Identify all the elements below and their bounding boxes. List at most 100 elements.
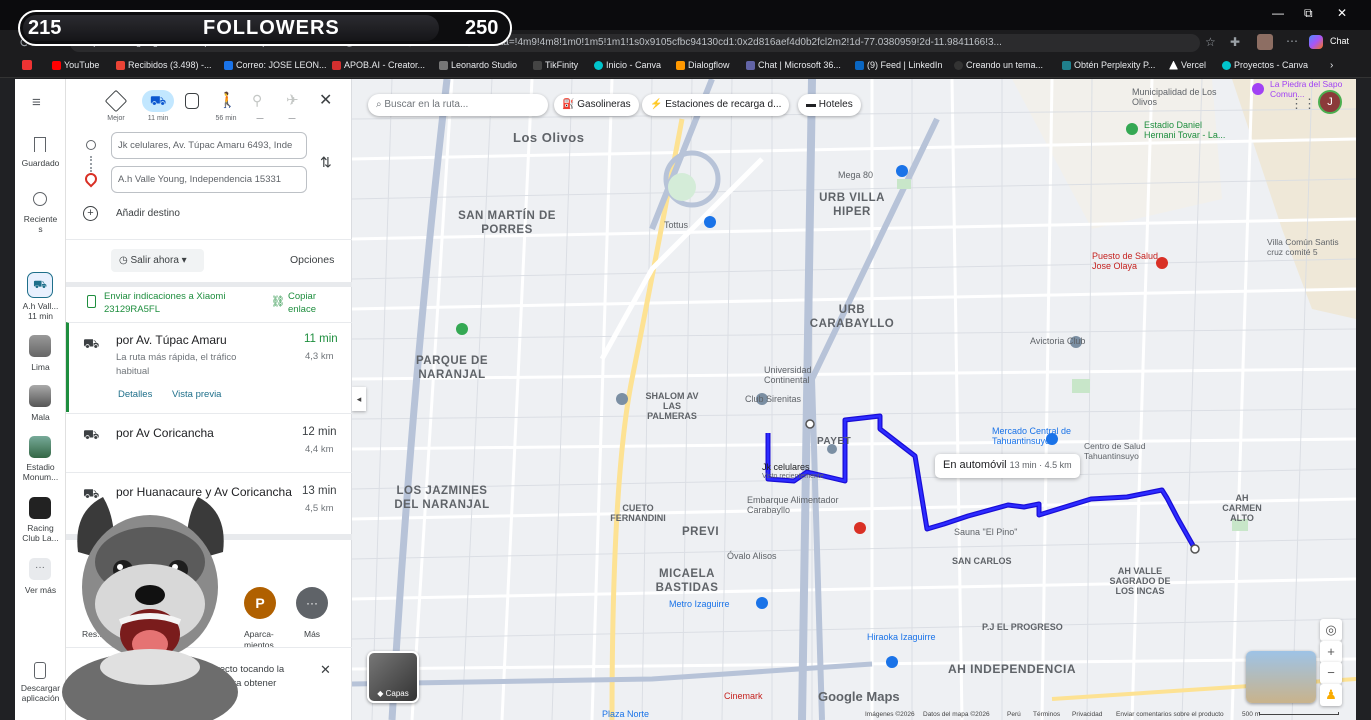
route-option-1[interactable]: ⛟ por Av. Túpac Amaru 11 min 4,3 km La r… <box>66 322 352 412</box>
bookmark-gmail[interactable]: Recibidos (3.498) -... <box>116 60 212 70</box>
recent-racing-thumbnail[interactable] <box>29 497 51 519</box>
my-location-icon[interactable]: ◎ <box>1320 619 1342 641</box>
preview-link[interactable]: Vista previa <box>172 389 221 400</box>
destination-pin-icon <box>82 170 100 188</box>
best-route-icon[interactable] <box>104 89 128 113</box>
more-icon[interactable]: ··· <box>29 558 51 580</box>
route-search-input[interactable]: ⌕ Buscar en la ruta... <box>368 94 548 116</box>
poi-label: Mercado Central de Tahuantinsuyo <box>992 426 1072 446</box>
chip-charging-stations[interactable]: ⚡ Estaciones de recarga d... <box>642 94 790 116</box>
extensions-icon[interactable]: ✚ <box>1230 35 1240 49</box>
flight-icon[interactable]: ✈ <box>286 91 299 109</box>
chat-button[interactable]: Chat <box>1330 36 1349 46</box>
rail-recents-label[interactable]: Reciente s <box>15 214 66 234</box>
footer-privacy[interactable]: Privacidad <box>1072 711 1102 718</box>
street-view-thumbnail[interactable] <box>1246 651 1316 703</box>
add-destination-link[interactable]: Añadir destino <box>116 208 180 219</box>
close-icon[interactable]: ✕ <box>319 90 332 110</box>
poi-label: Villa Común Santis cruz comité 5 <box>1267 237 1339 257</box>
bookmark-tikfinity[interactable]: TikFinity <box>533 60 578 70</box>
route-search-placeholder: Buscar en la ruta... <box>384 99 469 110</box>
origin-input[interactable]: Jk celulares, Av. Túpac Amaru 6493, Inde <box>111 132 307 159</box>
destination-input[interactable]: A.h Valle Young, Independencia 15331 <box>111 166 307 193</box>
footer-map-data: Datos del mapa ©2026 <box>923 711 990 718</box>
more-options-icon[interactable]: ··· <box>296 587 328 619</box>
bookmark-vercel[interactable]: Vercel <box>1169 60 1206 70</box>
send-to-phone-icon[interactable] <box>87 295 96 308</box>
footer-country[interactable]: Perú <box>1007 711 1021 718</box>
bookmark-youtube[interactable]: YouTube <box>52 60 99 70</box>
collapse-panel-button[interactable]: ◂ <box>352 387 366 411</box>
recent-lima-label[interactable]: Lima <box>15 362 66 372</box>
bookmarks-bar: YouTube Recibidos (3.498) -... Correo: J… <box>0 56 1371 78</box>
recent-mala-label[interactable]: Mala <box>15 412 66 422</box>
bookmark-correo[interactable]: Correo: JOSE LEON... <box>224 60 327 70</box>
bookmark-leonardo[interactable]: Leonardo Studio <box>439 60 517 70</box>
bookmark-icon[interactable] <box>34 137 46 152</box>
route-callout[interactable]: En automóvil 13 min · 4.5 km <box>935 454 1080 478</box>
poi-label: Sauna "El Pino" <box>954 527 1018 537</box>
zoom-out-icon[interactable]: − <box>1320 662 1342 684</box>
map-canvas[interactable]: ⌕ Buscar en la ruta... ⛽ Gasolineras ⚡ E… <box>352 79 1356 720</box>
poi-label: Plaza Norte <box>602 709 650 719</box>
bookmark-apob[interactable]: APOB.AI - Creator... <box>332 60 425 70</box>
close-tip-icon[interactable]: ✕ <box>320 662 331 678</box>
parking-icon[interactable]: P <box>244 587 276 619</box>
depart-now-select[interactable]: ◷ Salir ahora ▾ <box>111 249 204 272</box>
bookmark-tema[interactable]: Creando un tema... <box>954 60 1043 70</box>
bookmark-canva[interactable]: Inicio - Canva <box>594 60 661 70</box>
chip-gas-stations[interactable]: ⛽ Gasolineras <box>554 94 639 116</box>
chip-hotels-label: Hoteles <box>818 99 853 110</box>
send-to-phone-link[interactable]: Enviar indicaciones a Xiaomi 23129RA5FL <box>104 290 244 316</box>
profile-avatar[interactable] <box>1257 34 1273 50</box>
details-link[interactable]: Detalles <box>118 389 152 400</box>
chevron-right-icon[interactable]: › <box>1330 60 1333 71</box>
menu-dots-icon[interactable]: ⋯ <box>1286 34 1298 48</box>
route-2-title: por Av Coricancha <box>116 426 214 440</box>
recent-estadio-thumbnail[interactable] <box>29 436 51 458</box>
route-option-2[interactable]: ⛟ por Av Coricancha 12 min 4,4 km <box>66 413 352 472</box>
zoom-in-icon[interactable]: + <box>1320 641 1342 663</box>
poi-label: Cinemark <box>724 691 763 701</box>
walk-icon[interactable]: 🚶 <box>218 91 237 109</box>
add-icon[interactable]: + <box>83 206 98 221</box>
phone-icon[interactable] <box>34 662 46 679</box>
bookmark-dialogflow[interactable]: Dialogflow <box>676 60 730 70</box>
recent-mala-thumbnail[interactable] <box>29 385 51 407</box>
history-icon[interactable] <box>33 192 47 206</box>
footer-terms[interactable]: Términos <box>1033 711 1060 718</box>
chip-hotels[interactable]: ▬ Hoteles <box>798 94 861 116</box>
mode-bike-label: — <box>256 115 264 122</box>
footer-feedback[interactable]: Enviar comentarios sobre el producto <box>1116 711 1224 718</box>
options-link[interactable]: Opciones <box>290 254 334 266</box>
bookmark-microsoft[interactable]: Chat | Microsoft 36... <box>746 60 841 70</box>
recent-estadio-label[interactable]: Estadio Monum... <box>15 462 66 482</box>
bookmark-canva-projects[interactable]: Proyectos - Canva <box>1222 60 1308 70</box>
maximize-icon[interactable]: ⧉ <box>1304 6 1313 21</box>
car-icon[interactable]: ⛟ <box>27 272 53 298</box>
poi-label: Centro de Salud Tahuantinsuyo <box>1084 441 1146 461</box>
place-label: PAYET <box>817 436 852 447</box>
footer-scale[interactable]: 500 m <box>1242 711 1260 718</box>
bookmark-linkedin[interactable]: (9) Feed | LinkedIn <box>855 60 942 70</box>
close-window-icon[interactable]: ✕ <box>1337 6 1347 20</box>
bookmark-perplexity[interactable]: Obtén Perplexity P... <box>1062 60 1155 70</box>
menu-icon[interactable]: ≡ <box>32 95 48 110</box>
transit-icon[interactable] <box>185 93 199 109</box>
copy-link[interactable]: Copiar enlace <box>288 290 328 316</box>
more-options-label[interactable]: Más <box>304 629 320 639</box>
charging-icon: ⚡ <box>650 99 666 110</box>
star-icon[interactable]: ☆ <box>1205 35 1216 49</box>
layers-button[interactable]: ◆ Capas <box>367 651 419 703</box>
bike-icon[interactable]: ⚲ <box>252 92 262 109</box>
recent-valle-label[interactable]: A.h Vall... <box>15 301 66 311</box>
rail-saved-label[interactable]: Guardado <box>15 158 66 168</box>
minimize-icon[interactable]: — <box>1272 6 1284 20</box>
copilot-icon[interactable] <box>1309 35 1323 49</box>
car-mode-icon[interactable]: ⛟ <box>142 90 174 112</box>
swap-icon[interactable]: ⇅ <box>320 154 332 171</box>
pegman-icon[interactable]: ♟ <box>1320 684 1342 706</box>
recent-lima-thumbnail[interactable] <box>29 335 51 357</box>
place-label: SAN CARLOS <box>952 556 1012 566</box>
apps-icon[interactable] <box>22 60 32 70</box>
